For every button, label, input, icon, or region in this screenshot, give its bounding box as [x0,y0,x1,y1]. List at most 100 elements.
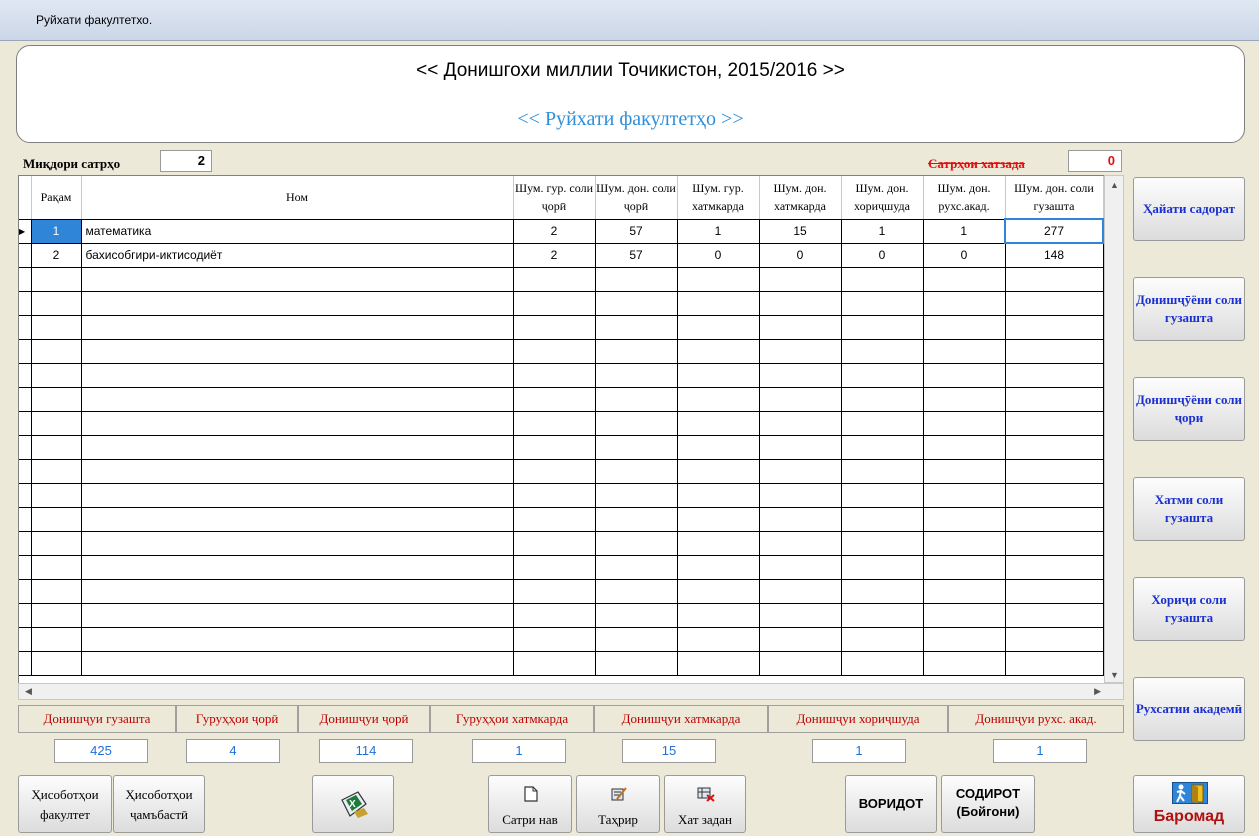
empty-cell[interactable] [513,627,596,652]
empty-cell[interactable] [923,483,1006,508]
empty-cell[interactable] [1005,339,1104,364]
empty-cell[interactable] [81,507,514,532]
exit-button[interactable]: Баромад [1133,775,1245,833]
empty-cell[interactable] [1005,387,1104,412]
empty-cell[interactable] [31,291,82,316]
cell-name[interactable]: математика [81,219,514,244]
empty-table-row[interactable] [19,387,1104,412]
empty-cell[interactable] [759,651,842,676]
empty-cell[interactable] [923,627,1006,652]
empty-cell[interactable] [81,339,514,364]
import-button[interactable]: ВОРИДОТ [845,775,937,833]
empty-cell[interactable] [677,387,760,412]
empty-cell[interactable] [595,339,678,364]
cell-students-graduated[interactable]: 15 [759,219,842,244]
side-button-administration[interactable]: Ҳайати садорат [1133,177,1245,241]
empty-table-row[interactable] [19,291,1104,316]
delete-button[interactable]: Хат задан [664,775,746,833]
empty-cell[interactable] [677,603,760,628]
empty-cell[interactable] [513,483,596,508]
empty-cell[interactable] [841,483,924,508]
empty-cell[interactable] [841,555,924,580]
empty-cell[interactable] [31,555,82,580]
empty-table-row[interactable] [19,651,1104,676]
summary-value-students-expelled[interactable]: 1 [812,739,906,763]
empty-cell[interactable] [595,579,678,604]
new-row-button[interactable]: Сатри нав [488,775,572,833]
cell-number[interactable]: 1 [31,219,82,244]
side-button-academic-leave[interactable]: Рухсатии академӣ [1133,677,1245,741]
empty-cell[interactable] [513,315,596,340]
cell-students-graduated[interactable]: 0 [759,243,842,268]
faculty-table[interactable]: Рақам Ном Шум. гур. соли ҷорӣ Шум. дон. … [18,175,1124,700]
empty-cell[interactable] [81,531,514,556]
empty-cell[interactable] [513,507,596,532]
empty-cell[interactable] [841,267,924,292]
empty-cell[interactable] [1005,483,1104,508]
empty-cell[interactable] [81,267,514,292]
empty-cell[interactable] [841,603,924,628]
empty-cell[interactable] [1005,267,1104,292]
empty-table-row[interactable] [19,603,1104,628]
empty-table-row[interactable] [19,339,1104,364]
table-row[interactable]: 2 бахисобгири-иктисодиёт 2 57 0 0 0 0 14… [19,243,1104,268]
export-archive-button[interactable]: СОДИРОТ (Бойгони) [941,775,1035,833]
empty-cell[interactable] [81,411,514,436]
summary-value-groups-current[interactable]: 4 [186,739,280,763]
empty-cell[interactable] [677,507,760,532]
empty-cell[interactable] [759,363,842,388]
report-faculty-button[interactable]: Ҳисоботҳои факултет [18,775,112,833]
empty-cell[interactable] [595,555,678,580]
empty-cell[interactable] [1005,555,1104,580]
empty-cell[interactable] [677,459,760,484]
empty-cell[interactable] [595,435,678,460]
cell-groups-graduated[interactable]: 1 [677,219,760,244]
empty-cell[interactable] [595,411,678,436]
scroll-left-icon[interactable]: ◀ [25,686,32,697]
empty-cell[interactable] [677,315,760,340]
empty-cell[interactable] [31,627,82,652]
empty-cell[interactable] [759,483,842,508]
empty-cell[interactable] [513,387,596,412]
empty-cell[interactable] [759,291,842,316]
empty-cell[interactable] [513,555,596,580]
empty-cell[interactable] [677,339,760,364]
vertical-scrollbar[interactable]: ▲ ▼ [1104,175,1124,683]
empty-cell[interactable] [923,363,1006,388]
horizontal-scrollbar[interactable]: ◀ ▶ [18,683,1124,700]
empty-cell[interactable] [31,507,82,532]
empty-cell[interactable] [841,315,924,340]
empty-cell[interactable] [81,627,514,652]
summary-value-groups-graduated[interactable]: 1 [472,739,566,763]
empty-cell[interactable] [513,603,596,628]
empty-cell[interactable] [841,339,924,364]
empty-cell[interactable] [923,507,1006,532]
empty-cell[interactable] [81,459,514,484]
empty-cell[interactable] [595,483,678,508]
empty-cell[interactable] [31,435,82,460]
empty-table-row[interactable] [19,627,1104,652]
empty-cell[interactable] [595,387,678,412]
empty-cell[interactable] [923,411,1006,436]
cell-students-academic-leave[interactable]: 0 [923,243,1006,268]
empty-cell[interactable] [841,291,924,316]
cell-students-last-year[interactable]: 148 [1005,243,1104,268]
summary-value-students-current[interactable]: 114 [319,739,413,763]
empty-cell[interactable] [759,603,842,628]
cell-students-current[interactable]: 57 [595,243,678,268]
rows-count-field[interactable]: 2 [160,150,212,172]
empty-cell[interactable] [595,363,678,388]
col-header-groups-graduated[interactable]: Шум. гур. хатмкарда [677,176,760,220]
empty-cell[interactable] [595,603,678,628]
empty-cell[interactable] [81,603,514,628]
empty-cell[interactable] [841,459,924,484]
empty-cell[interactable] [81,315,514,340]
cell-groups-current[interactable]: 2 [513,219,596,244]
empty-cell[interactable] [81,291,514,316]
empty-cell[interactable] [923,603,1006,628]
empty-cell[interactable] [31,267,82,292]
scroll-right-icon[interactable]: ▶ [1094,686,1101,697]
empty-cell[interactable] [1005,291,1104,316]
empty-cell[interactable] [513,531,596,556]
empty-cell[interactable] [841,531,924,556]
